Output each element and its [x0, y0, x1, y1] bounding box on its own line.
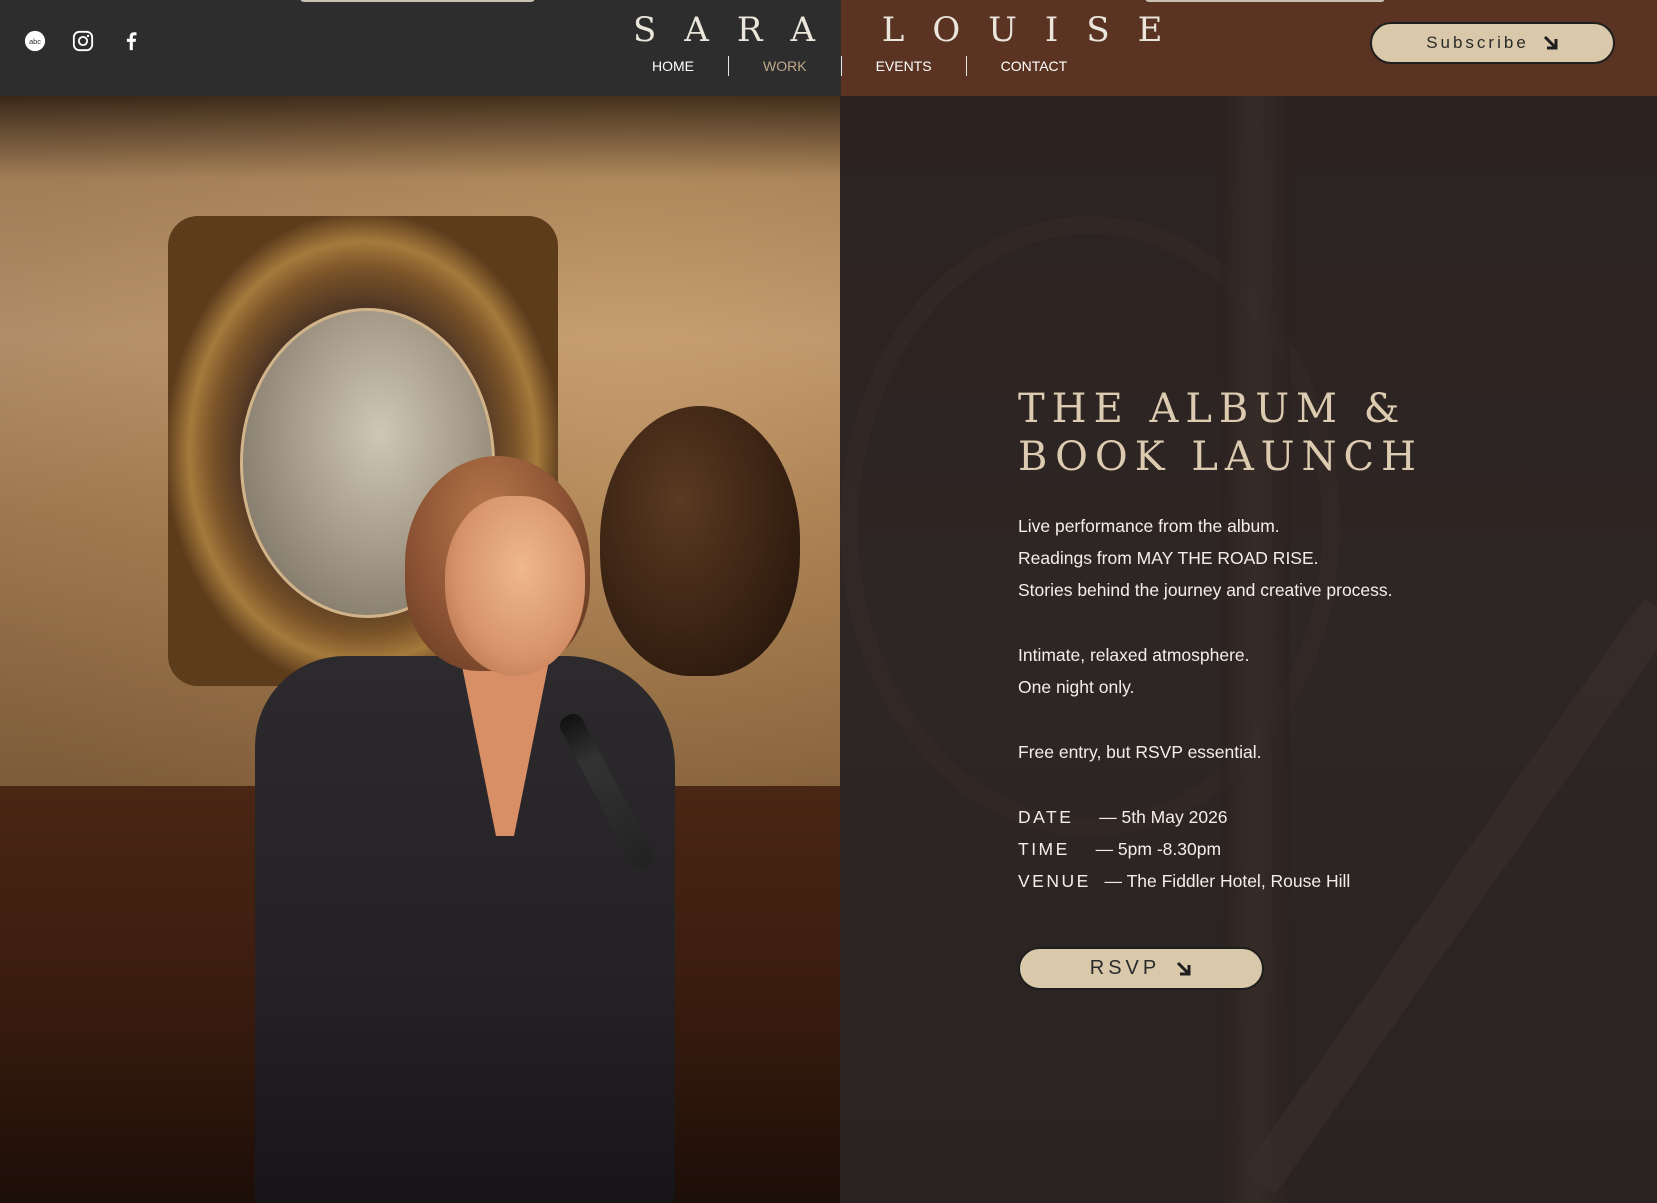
- abc-icon[interactable]: abc: [24, 30, 46, 52]
- performer-photo: [0, 96, 840, 1203]
- facebook-icon[interactable]: [120, 30, 142, 52]
- rsvp-note: Free entry, but RSVP essential.: [1018, 742, 1262, 762]
- site-header: abc SARA LOUISE HOME WORK EVENTS CONTACT…: [0, 0, 1657, 96]
- rsvp-label: RSVP: [1089, 957, 1161, 979]
- nav-events[interactable]: EVENTS: [842, 56, 966, 76]
- date-value: — 5th May 2026: [1099, 807, 1228, 827]
- nav-work[interactable]: WORK: [729, 56, 841, 76]
- subscribe-label: Subscribe: [1426, 33, 1529, 52]
- site-logo[interactable]: SARA LOUISE: [633, 10, 1190, 50]
- event-line: Live performance from the album.: [1018, 516, 1280, 536]
- nav-home[interactable]: HOME: [632, 56, 728, 76]
- venue-label: VENUE: [1018, 871, 1091, 891]
- photo-face: [445, 496, 585, 676]
- rsvp-button[interactable]: RSVP: [1018, 947, 1264, 990]
- top-tab-right[interactable]: [1145, 0, 1385, 2]
- svg-text:abc: abc: [29, 37, 41, 46]
- event-time: TIME — 5pm -8.30pm: [1018, 833, 1393, 865]
- event-venue: VENUE — The Fiddler Hotel, Rouse Hill: [1018, 865, 1393, 897]
- event-title: THE ALBUM & BOOK LAUNCH: [1018, 385, 1423, 481]
- event-title-line2: BOOK LAUNCH: [1018, 434, 1423, 480]
- event-title-line1: THE ALBUM &: [1018, 386, 1407, 432]
- event-description: Live performance from the album. Reading…: [1018, 510, 1393, 897]
- photo-singer: [255, 456, 675, 1203]
- time-label: TIME: [1018, 839, 1070, 859]
- main-nav: HOME WORK EVENTS CONTACT: [632, 56, 1101, 76]
- top-tab-left[interactable]: [300, 0, 535, 2]
- instagram-icon[interactable]: [72, 30, 94, 52]
- date-label: DATE: [1018, 807, 1074, 827]
- event-date: DATE — 5th May 2026: [1018, 801, 1393, 833]
- arrow-down-right-icon: [1177, 961, 1191, 975]
- photo-shirt: [255, 656, 675, 1203]
- event-line: Stories behind the journey and creative …: [1018, 580, 1393, 600]
- nav-contact[interactable]: CONTACT: [967, 56, 1102, 76]
- time-value: — 5pm -8.30pm: [1095, 839, 1222, 859]
- social-links: abc: [24, 30, 142, 52]
- event-line: Intimate, relaxed atmosphere.: [1018, 645, 1250, 665]
- subscribe-button[interactable]: Subscribe: [1370, 22, 1615, 64]
- arrow-down-right-icon: [1543, 35, 1558, 50]
- event-line: One night only.: [1018, 677, 1135, 697]
- venue-value: — The Fiddler Hotel, Rouse Hill: [1104, 871, 1351, 891]
- event-line: Readings from MAY THE ROAD RISE.: [1018, 548, 1319, 568]
